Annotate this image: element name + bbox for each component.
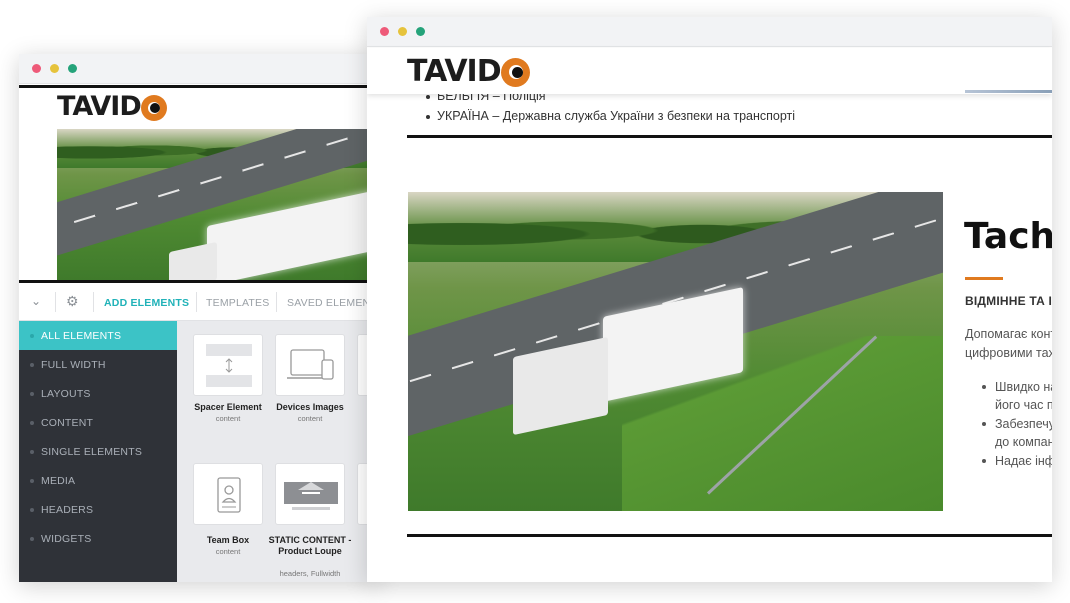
- minimize-dot-icon[interactable]: [398, 27, 407, 36]
- feature-paragraph-line: Допомагає контр: [965, 327, 1052, 341]
- section-divider: [407, 135, 1052, 138]
- sidebar-item-single-elements[interactable]: SINGLE ELEMENTS: [19, 437, 177, 466]
- card-title: Team Box: [206, 535, 250, 545]
- title-underline: [965, 277, 1003, 280]
- logo-text-left: TA: [407, 54, 445, 89]
- maximize-dot-icon[interactable]: [416, 27, 425, 36]
- chevron-down-icon[interactable]: ⌄: [31, 294, 41, 308]
- tavido-logo[interactable]: TAVID: [57, 91, 167, 122]
- sidebar-item-full-width[interactable]: FULL WIDTH: [19, 350, 177, 379]
- feature-subtitle: ВІДМІННЕ ТА ІН: [965, 294, 1052, 308]
- element-card-devices[interactable]: [275, 334, 345, 396]
- feature-title: Tacho: [964, 216, 1052, 257]
- card-subtitle: content: [297, 414, 323, 423]
- picker-toolbar: ⌄ ⚙ ADD ELEMENTS TEMPLATES SAVED ELEMENT…: [19, 283, 379, 321]
- page-content: БЕЛЬГІЯ – Поліція УКРАЇНА – Державна слу…: [367, 89, 1052, 582]
- site-preview-window: TAVID БЕЛЬГІЯ – Поліція УКРАЇНА – Держав…: [367, 17, 1052, 582]
- maximize-dot-icon[interactable]: [68, 64, 77, 73]
- feature-list-item: Швидко над: [982, 378, 1052, 396]
- sidebar-item-headers[interactable]: HEADERS: [19, 495, 177, 524]
- element-picker-panel: ⌄ ⚙ ADD ELEMENTS TEMPLATES SAVED ELEMENT…: [19, 280, 379, 582]
- gear-icon[interactable]: ⚙: [66, 293, 79, 310]
- feature-list-item-cont: його час пра: [995, 398, 1052, 412]
- builder-window: TAVID ⌄ ⚙ ADD ELEMENTS TEMPLATES SAVED E…: [19, 54, 379, 582]
- tab-add-elements[interactable]: ADD ELEMENTS: [104, 297, 189, 309]
- window-titlebar: [19, 54, 379, 84]
- close-dot-icon[interactable]: [380, 27, 389, 36]
- truck-highway-photo: [408, 192, 943, 511]
- toolbar-divider: [276, 292, 277, 312]
- tab-saved-elements[interactable]: SAVED ELEMENTS: [287, 297, 379, 309]
- feature-list-item: Надає інфор: [982, 452, 1052, 470]
- devices-icon: [287, 349, 334, 380]
- tab-templates[interactable]: TEMPLATES: [206, 297, 269, 309]
- sidebar-item-media[interactable]: MEDIA: [19, 466, 177, 495]
- team-box-icon: [217, 477, 241, 513]
- element-grid: Spacer Element content Devices Images co…: [177, 321, 379, 582]
- toolbar-divider: [93, 292, 94, 312]
- logo-text-right: VID: [90, 91, 141, 122]
- element-card-product-loupe[interactable]: [275, 463, 345, 525]
- close-dot-icon[interactable]: [32, 64, 41, 73]
- product-loupe-icon: [284, 482, 338, 510]
- eye-logo-icon: [500, 58, 530, 87]
- sidebar-item-content[interactable]: CONTENT: [19, 408, 177, 437]
- sidebar-item-all-elements[interactable]: ALL ELEMENTS: [19, 321, 177, 350]
- truck-cab: [169, 241, 217, 280]
- feature-list-item: Забезпечує: [981, 415, 1052, 433]
- card-title: Spacer Element: [194, 402, 262, 412]
- feature-list-item-cont: до компанії: [995, 435, 1052, 449]
- card-subtitle: content: [215, 547, 241, 556]
- spacer-icon: [206, 344, 252, 387]
- toolbar-divider: [196, 292, 197, 312]
- feature-paragraph-line: цифровими тахо: [965, 346, 1052, 360]
- toolbar-divider: [55, 292, 56, 312]
- sidebar-item-layouts[interactable]: LAYOUTS: [19, 379, 177, 408]
- card-title: Devices Images: [276, 402, 344, 412]
- truck-highway-photo: [57, 129, 379, 280]
- screenshot-stage: TAVID ⌄ ⚙ ADD ELEMENTS TEMPLATES SAVED E…: [0, 0, 1070, 603]
- element-card-spacer[interactable]: [193, 334, 263, 396]
- eye-logo-icon: [140, 94, 167, 121]
- site-header: TAVID: [19, 85, 379, 129]
- category-sidebar: ALL ELEMENTS FULL WIDTH LAYOUTS CONTENT …: [19, 321, 177, 582]
- window-titlebar: [367, 17, 1052, 47]
- list-item: УКРАЇНА – Державна служба України з безп…: [425, 109, 796, 123]
- logo-text-left: TA: [57, 91, 91, 122]
- minimize-dot-icon[interactable]: [50, 64, 59, 73]
- section-divider: [407, 534, 1052, 537]
- card-subtitle: headers, Fullwidth: [279, 569, 341, 578]
- card-subtitle: content: [215, 414, 241, 423]
- element-card-team-box[interactable]: [193, 463, 263, 525]
- site-header: TAVID: [367, 48, 1052, 94]
- logo-text-right: VID: [444, 54, 501, 89]
- tavido-logo[interactable]: TAVID: [407, 54, 530, 89]
- sidebar-item-widgets[interactable]: WIDGETS: [19, 524, 177, 553]
- header-image-edge: [965, 90, 1052, 93]
- card-title: STATIC CONTENT - Product Loupe: [268, 535, 352, 556]
